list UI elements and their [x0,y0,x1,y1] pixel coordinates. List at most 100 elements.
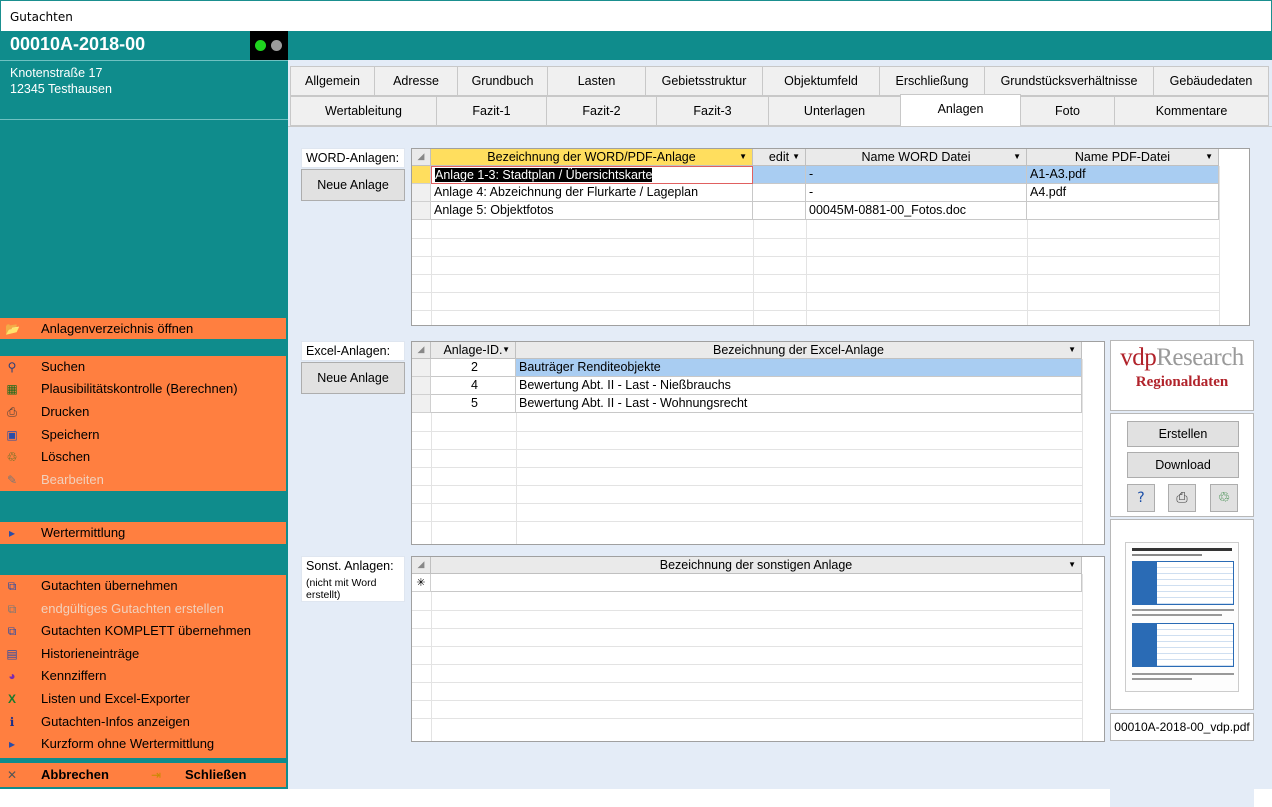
grid-line [1082,574,1083,741]
tab-erschliessung[interactable]: Erschließung [879,66,985,96]
menu-save[interactable]: ▣ Speichern [0,424,286,446]
word-new-annex-button[interactable]: Neue Anlage [301,169,405,201]
word-row-3-pdf[interactable] [1027,202,1219,220]
menu-block-report: ⧉ Gutachten übernehmen ⧉ endgültiges Gutac… [0,575,286,758]
tab-fazit-3[interactable]: Fazit-3 [656,96,769,126]
copy-all-icon: ⧉ [7,624,17,638]
word-row-1-name[interactable]: Anlage 1-3: Stadtplan / Übersichtskarte [431,166,753,184]
tab-fazit-1[interactable]: Fazit-1 [436,96,547,126]
grid-line [412,274,1219,275]
excel-row-2-id[interactable]: 4 [431,377,516,395]
row-selector[interactable] [412,184,431,202]
row-selector[interactable] [412,359,431,377]
word-row-1-edit[interactable] [753,166,806,184]
vdp-actions-box: Erstellen Download ? ⎙ ♲ [1110,413,1254,517]
grid-line [1219,166,1220,325]
tab-adresse[interactable]: Adresse [374,66,458,96]
tab-grundbuch[interactable]: Grundbuch [457,66,548,96]
menu-indicators[interactable]: ◕ Kennziffern [0,665,286,687]
word-row-2-worddoc[interactable]: - [806,184,1027,202]
trash-icon[interactable]: ♲ [1210,484,1238,512]
tab-lasten[interactable]: Lasten [547,66,646,96]
excel-row-1-name[interactable]: Bauträger Renditeobjekte [516,359,1082,377]
other-new-row[interactable] [431,574,1082,592]
menu-plausibility[interactable]: ▦ Plausibilitätskontrolle (Berechnen) [0,378,286,400]
menu-history[interactable]: ▤ Historieneinträge [0,643,286,665]
floppy-icon: ▣ [6,428,18,442]
word-col-name-header[interactable]: Bezeichnung der WORD/PDF-Anlage ▼ [431,149,753,166]
menu-take-report[interactable]: ⧉ Gutachten übernehmen [0,575,286,597]
grid-line [1027,220,1028,325]
grid-line [431,220,432,325]
word-row-1-worddoc[interactable]: - [806,166,1027,184]
tab-foto[interactable]: Foto [1020,96,1115,126]
preview-decoration [1132,614,1222,616]
menu-close[interactable]: ⇥ Schließen [143,764,283,786]
grid-line [412,682,1082,683]
word-row-3-edit[interactable] [753,202,806,220]
word-col-edit-header[interactable]: edit ▼ [753,149,806,166]
pencil-icon: ✎ [6,473,18,487]
help-icon[interactable]: ? [1127,484,1155,512]
main-area: Allgemein Adresse Grundbuch Lasten Gebie… [288,60,1272,807]
word-row-3-worddoc[interactable]: 00045M-0881-00_Fotos.doc [806,202,1027,220]
tab-gebaeudedaten[interactable]: Gebäudedaten [1153,66,1269,96]
tab-objektumfeld[interactable]: Objektumfeld [762,66,880,96]
grid-line [412,485,1082,486]
tab-fazit-2[interactable]: Fazit-2 [546,96,657,126]
excel-row-3-name[interactable]: Bewertung Abt. II - Last - Wohnungsrecht [516,395,1082,413]
new-row-marker[interactable]: ✳ [412,574,431,592]
excel-row-1-id[interactable]: 2 [431,359,516,377]
printer-icon[interactable]: ⎙ [1168,484,1196,512]
preview-decoration [1132,678,1192,680]
menu-cancel[interactable]: ✕ Abbrechen [0,764,140,786]
word-col-pdf-header[interactable]: Name PDF-Datei ▼ [1027,149,1219,166]
arrow-right-icon: ▸ [8,526,16,540]
preview-decoration [1133,562,1157,604]
menu-short-form[interactable]: ▸ Kurzform ohne Wertermittlung [0,733,286,755]
row-selector[interactable] [412,377,431,395]
word-row-2-pdf[interactable]: A4.pdf [1027,184,1219,202]
excel-row-3-id[interactable]: 5 [431,395,516,413]
address-street: Knotenstraße 17 [10,66,103,80]
excel-col-id-header[interactable]: Anlage-ID. ▼ [431,342,516,359]
tab-kommentare[interactable]: Kommentare [1114,96,1269,126]
status-lights [250,31,288,60]
tab-anlagen[interactable]: Anlagen [900,94,1021,126]
tab-grundstuecksverhaeltnisse[interactable]: Grundstücksverhältnisse [984,66,1154,96]
word-row-2-edit[interactable] [753,184,806,202]
row-selector[interactable] [412,395,431,413]
word-row-2-name[interactable]: Anlage 4: Abzeichnung der Flurkarte / La… [431,184,753,202]
menu-final-report[interactable]: ⧉ endgültiges Gutachten erstellen [0,598,286,620]
menu-delete[interactable]: ♲ Löschen [0,446,286,468]
menu-take-complete[interactable]: ⧉ Gutachten KOMPLETT übernehmen [0,620,286,642]
vdp-create-button[interactable]: Erstellen [1127,421,1239,447]
word-row-1-pdf[interactable]: A1-A3.pdf [1027,166,1219,184]
row-selector[interactable] [412,202,431,220]
trash-icon: ♲ [6,450,18,464]
other-col-name-header[interactable]: Bezeichnung der sonstigen Anlage ▼ [431,557,1082,574]
menu-lists-export[interactable]: X Listen und Excel-Exporter [0,688,286,710]
word-col-worddoc-header[interactable]: Name WORD Datei ▼ [806,149,1027,166]
excel-row-2-name[interactable]: Bewertung Abt. II - Last - Nießbrauchs [516,377,1082,395]
menu-report-info[interactable]: ℹ Gutachten-Infos anzeigen [0,711,286,733]
menu-print[interactable]: ⎙ Drucken [0,401,286,423]
vdp-panel: vdpResearch Regionaldaten Erstellen Down… [1110,340,1254,807]
vdp-filename[interactable]: 00010A-2018-00_vdp.pdf [1110,713,1254,741]
menu-valuation[interactable]: ▸ Wertermittlung [0,522,286,544]
tab-wertableitung[interactable]: Wertableitung [290,96,437,126]
excel-col-name-header[interactable]: Bezeichnung der Excel-Anlage ▼ [516,342,1082,359]
tab-allgemein[interactable]: Allgemein [290,66,375,96]
menu-search[interactable]: ⚲ Suchen [0,356,286,378]
word-annex-label: WORD-Anlagen: [301,148,405,168]
word-annex-grid: ◢ Bezeichnung der WORD/PDF-Anlage ▼ edit ▼… [411,148,1250,326]
tab-unterlagen[interactable]: Unterlagen [768,96,901,126]
vdp-download-button[interactable]: Download [1127,452,1239,478]
grid-corner: ◢ [412,557,431,574]
excel-new-annex-button[interactable]: Neue Anlage [301,362,405,394]
tab-gebietsstruktur[interactable]: Gebietsstruktur [645,66,763,96]
row-selector[interactable] [412,166,431,184]
menu-edit[interactable]: ✎ Bearbeiten [0,469,286,491]
menu-open-annex[interactable]: 📂 Anlagenverzeichnis öffnen [0,318,286,340]
word-row-3-name[interactable]: Anlage 5: Objektfotos [431,202,753,220]
